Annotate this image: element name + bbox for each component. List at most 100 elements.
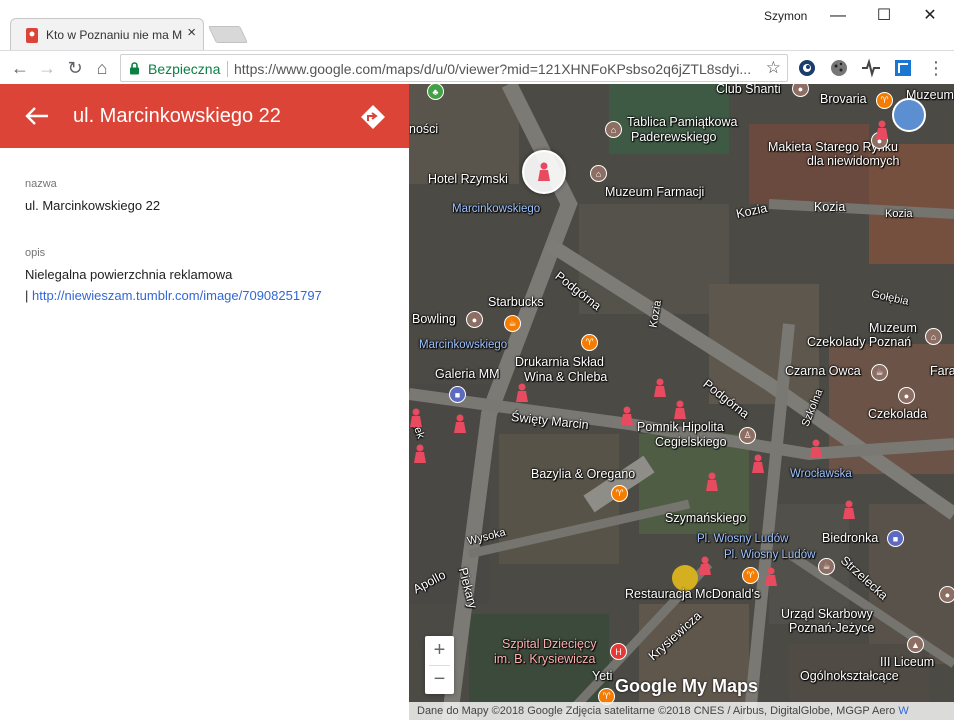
shopping-poi-icon[interactable]: ■ bbox=[449, 386, 466, 403]
zoom-in-button[interactable]: + bbox=[425, 636, 454, 665]
omnibox-separator bbox=[227, 61, 228, 77]
person-pin-icon[interactable] bbox=[537, 162, 551, 182]
google-my-maps-logo: Google My Maps bbox=[615, 676, 759, 696]
browser-toolbar: ← → ↻ ⌂ Bezpieczna https://www.google.co… bbox=[0, 51, 954, 84]
map-label: ności bbox=[409, 122, 439, 136]
person-pin-icon[interactable] bbox=[409, 408, 423, 428]
maximize-button[interactable]: ☐ bbox=[861, 4, 907, 28]
map-label: Yeti bbox=[592, 669, 613, 683]
map-label: Drukarnia Skład bbox=[515, 355, 604, 369]
map-label: dla niewidomych bbox=[807, 154, 900, 168]
extension-square-icon[interactable] bbox=[893, 58, 913, 78]
close-window-button[interactable]: ✕ bbox=[907, 4, 953, 28]
layer-thumbnail[interactable] bbox=[892, 98, 926, 132]
map-label: Poznań-Jeżyce bbox=[789, 621, 875, 635]
map-label: Bowling bbox=[412, 312, 456, 326]
back-button[interactable]: ← bbox=[8, 56, 32, 80]
minimize-button[interactable]: — bbox=[815, 4, 861, 28]
map-label: Pl. Wiosny Ludów bbox=[697, 533, 789, 545]
profile-name[interactable]: Szymon bbox=[764, 9, 807, 23]
attribution-text: Dane do Mapy ©2018 Google Zdjęcia sateli… bbox=[417, 705, 896, 717]
map-label: Szymańskiego bbox=[665, 511, 747, 525]
panel-header: ul. Marcinkowskiego 22 bbox=[0, 84, 409, 148]
museum-poi-icon[interactable]: ⌂ bbox=[925, 328, 942, 345]
person-pin-icon[interactable] bbox=[751, 454, 765, 474]
restaurant-poi-icon[interactable]: ♈ bbox=[581, 334, 598, 351]
tab-title: Kto w Poznaniu nie ma M bbox=[46, 28, 183, 42]
field-label-nazwa: nazwa bbox=[25, 178, 57, 190]
field-value-opis: Nielegalna powierzchnia reklamowa bbox=[25, 267, 233, 282]
panel-title: ul. Marcinkowskiego 22 bbox=[73, 105, 281, 127]
extension-pulse-icon[interactable] bbox=[861, 58, 881, 78]
map-label: Kozia bbox=[885, 208, 913, 220]
tab-close-icon[interactable]: × bbox=[187, 24, 196, 41]
person-pin-icon[interactable] bbox=[698, 556, 712, 576]
new-tab-button[interactable] bbox=[208, 26, 248, 43]
title-bar: Kto w Poznaniu nie ma M × Szymon — ☐ ✕ bbox=[0, 0, 954, 51]
satellite-map[interactable]: Club Shanti Brovaria Muzeum ności Tablic… bbox=[409, 84, 954, 720]
person-pin-icon[interactable] bbox=[809, 439, 823, 459]
map-label: Wina & Chleba bbox=[524, 370, 608, 384]
person-pin-icon[interactable] bbox=[673, 400, 687, 420]
bowling-poi-icon[interactable]: ● bbox=[466, 311, 483, 328]
cafe-poi-icon[interactable]: ☕ bbox=[818, 558, 835, 575]
back-arrow-icon[interactable] bbox=[22, 104, 50, 128]
attribution-link[interactable]: W bbox=[898, 705, 908, 717]
forward-button[interactable]: → bbox=[35, 56, 59, 80]
person-pin-icon[interactable] bbox=[842, 500, 856, 520]
reload-button[interactable]: ↻ bbox=[63, 56, 87, 80]
person-pin-icon[interactable] bbox=[705, 472, 719, 492]
person-pin-icon[interactable] bbox=[620, 406, 634, 426]
map-label: Bazylia & Oregano bbox=[531, 467, 636, 481]
restaurant-poi-icon[interactable]: ♈ bbox=[742, 567, 759, 584]
person-pin-icon[interactable] bbox=[653, 378, 667, 398]
directions-icon[interactable] bbox=[359, 103, 387, 131]
map-attribution: Dane do Mapy ©2018 Google Zdjęcia sateli… bbox=[409, 702, 954, 720]
browser-tab[interactable]: Kto w Poznaniu nie ma M × bbox=[10, 18, 204, 50]
cafe-poi-icon[interactable]: ☕ bbox=[871, 364, 888, 381]
monument-poi-icon[interactable]: ♙ bbox=[739, 427, 756, 444]
person-pin-icon[interactable] bbox=[413, 444, 427, 464]
description-link[interactable]: http://niewieszam.tumblr.com/image/70908… bbox=[32, 288, 322, 303]
map-label: Muzeum Farmacji bbox=[605, 185, 705, 199]
museum-poi-icon[interactable]: ⌂ bbox=[590, 165, 607, 182]
map-label: Ogólnokształcące bbox=[800, 669, 899, 683]
map-label: Pl. Wiosny Ludów bbox=[724, 549, 816, 561]
map-label: Czarna Owca bbox=[785, 364, 861, 378]
home-button[interactable]: ⌂ bbox=[90, 56, 114, 80]
museum-poi-icon[interactable]: ⌂ bbox=[605, 121, 622, 138]
map-label: Fara bbox=[930, 364, 954, 378]
browser-window: Kto w Poznaniu nie ma M × Szymon — ☐ ✕ ←… bbox=[0, 0, 954, 720]
extension-cookie-icon[interactable] bbox=[829, 58, 849, 78]
url-text[interactable]: https://www.google.com/maps/d/u/0/viewer… bbox=[234, 61, 754, 77]
person-pin-icon[interactable] bbox=[453, 414, 467, 434]
map-label: Hotel Rzymski bbox=[428, 172, 508, 186]
map-label: Club Shanti bbox=[716, 84, 781, 96]
supermarket-poi-icon[interactable]: ■ bbox=[887, 530, 904, 547]
map-label: Marcinkowskiego bbox=[452, 203, 541, 215]
map-label: Restauracja McDonald's bbox=[625, 587, 761, 601]
restaurant-poi-icon[interactable]: ♈ bbox=[611, 485, 628, 502]
browser-menu-icon[interactable]: ⋮ bbox=[924, 56, 948, 80]
map-label: Biedronka bbox=[822, 531, 879, 545]
restaurant-poi-icon[interactable]: ♈ bbox=[876, 92, 893, 109]
cafe-poi-icon[interactable]: ● bbox=[898, 387, 915, 404]
person-pin-icon[interactable] bbox=[515, 383, 529, 403]
person-pin-icon[interactable] bbox=[764, 567, 778, 587]
map-label: Brovaria bbox=[820, 92, 867, 106]
person-pin-icon[interactable] bbox=[875, 120, 889, 140]
bookmark-star-icon[interactable]: ☆ bbox=[766, 58, 781, 78]
cafe-poi-icon[interactable]: ☕ bbox=[504, 315, 521, 332]
extension-eye-icon[interactable] bbox=[797, 58, 817, 78]
maps-favicon-icon bbox=[26, 28, 38, 43]
school-poi-icon[interactable]: ▲ bbox=[907, 636, 924, 653]
map-label: III Liceum bbox=[880, 655, 935, 669]
field-label-opis: opis bbox=[25, 247, 46, 259]
poi-icon[interactable]: ● bbox=[939, 586, 954, 603]
map-label: im. B. Krysiewicza bbox=[494, 652, 596, 666]
zoom-out-button[interactable]: − bbox=[425, 665, 454, 694]
zoom-separator bbox=[429, 665, 450, 666]
address-bar[interactable]: Bezpieczna https://www.google.com/maps/d… bbox=[120, 54, 788, 82]
field-value-nazwa: ul. Marcinkowskiego 22 bbox=[25, 198, 161, 213]
hospital-poi-icon[interactable]: H bbox=[610, 643, 627, 660]
